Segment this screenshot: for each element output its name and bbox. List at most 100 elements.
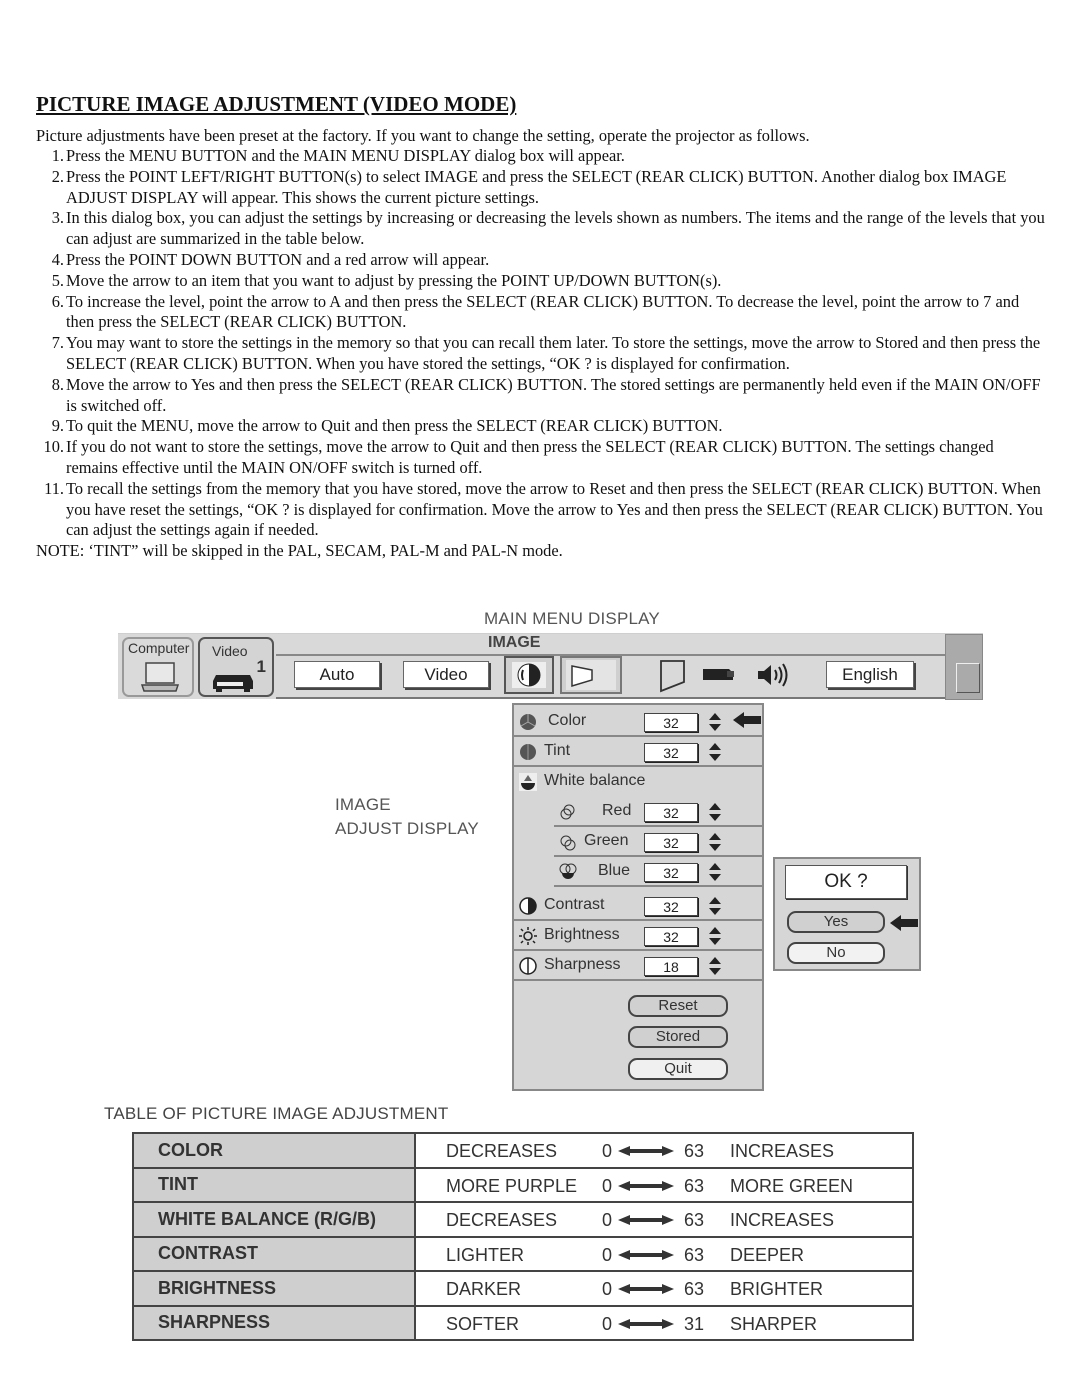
setting-row-tint[interactable]: Tint 32 bbox=[514, 737, 762, 767]
step-number: 8. bbox=[51, 374, 64, 394]
range-cell: SOFTER 0 31 SHARPER bbox=[414, 1304, 914, 1341]
double-arrow-icon bbox=[618, 1215, 674, 1225]
low-label: MORE PURPLE bbox=[446, 1175, 578, 1196]
projector-icon[interactable] bbox=[701, 666, 735, 682]
list-item: 4. Press the POINT DOWN BUTTON and a red … bbox=[36, 250, 1046, 271]
setting-value: 32 bbox=[644, 897, 698, 916]
list-item: 1. Press the MENU BUTTON and the MAIN MEN… bbox=[36, 146, 1046, 167]
high-label: MORE GREEN bbox=[730, 1175, 854, 1196]
image-adjust-icon bbox=[512, 662, 546, 688]
step-text: You may want to store the settings in th… bbox=[66, 333, 1041, 373]
item-cell: COLOR bbox=[132, 1132, 416, 1169]
step-number: 10. bbox=[43, 437, 65, 457]
low-label: DARKER bbox=[446, 1279, 522, 1299]
caption-line: IMAGE bbox=[335, 795, 391, 814]
up-down-stepper-icon[interactable] bbox=[708, 832, 722, 852]
menu-exit-button[interactable] bbox=[945, 634, 983, 700]
video-mode-button[interactable]: Video bbox=[403, 661, 489, 688]
setting-row-blue[interactable]: Blue 32 bbox=[554, 857, 762, 887]
setting-row-sharpness[interactable]: Sharpness 18 bbox=[514, 951, 762, 981]
step-number: 2. bbox=[51, 166, 64, 186]
min-value: 0 bbox=[602, 1141, 613, 1161]
setting-row-color[interactable]: Color 32 bbox=[514, 707, 762, 737]
step-text: Move the arrow to Yes and then press the… bbox=[66, 374, 1041, 415]
language-button[interactable]: English bbox=[826, 661, 914, 688]
min-value: 0 bbox=[602, 1175, 613, 1196]
list-item: 9. To quit the MENU, move the arrow to Qu… bbox=[36, 416, 1046, 437]
max-value: 63 bbox=[684, 1210, 705, 1230]
table-row: SHARPNESS SOFTER 0 31 SHARPER bbox=[132, 1304, 914, 1341]
tab-computer[interactable]: Computer bbox=[122, 637, 194, 697]
setting-label: Sharpness bbox=[544, 956, 621, 973]
laptop-icon bbox=[140, 662, 180, 692]
up-down-stepper-icon[interactable] bbox=[708, 956, 722, 976]
up-down-stepper-icon[interactable] bbox=[708, 742, 722, 762]
setting-label: Tint bbox=[544, 742, 571, 759]
low-label: DECREASES bbox=[446, 1141, 558, 1161]
setting-row-brightness[interactable]: Brightness 32 bbox=[514, 921, 762, 951]
step-text: If you do not want to store the settings… bbox=[66, 437, 994, 477]
ok-confirm-dialog: OK ? Yes No bbox=[773, 857, 921, 971]
table-row: BRIGHTNESS DARKER 0 63 BRIGHTER bbox=[132, 1270, 914, 1307]
brightness-icon bbox=[519, 927, 537, 945]
step-number: 6. bbox=[51, 291, 64, 311]
step-text: In this dialog box, you can adjust the s… bbox=[66, 208, 1045, 249]
blue-icon bbox=[559, 863, 577, 879]
image-menu-button[interactable] bbox=[504, 656, 554, 694]
step-number: 9. bbox=[51, 416, 64, 436]
double-arrow-icon bbox=[618, 1180, 674, 1191]
up-down-stepper-icon[interactable] bbox=[708, 926, 722, 946]
list-item: 10. If you do not want to store the setti… bbox=[36, 437, 1046, 479]
tab-video[interactable]: Video 1 bbox=[198, 637, 274, 697]
setting-label: White balance bbox=[544, 772, 646, 789]
item-cell: TINT bbox=[132, 1166, 416, 1203]
screen-icon bbox=[566, 660, 616, 690]
up-down-stepper-icon[interactable] bbox=[708, 802, 722, 822]
setting-value: 32 bbox=[644, 863, 698, 882]
quit-button[interactable]: Quit bbox=[628, 1058, 728, 1080]
screen-menu-button[interactable] bbox=[560, 656, 622, 694]
setting-row-green[interactable]: Green 32 bbox=[554, 827, 762, 857]
list-item: 2. Press the POINT LEFT/RIGHT BUTTON(s) t… bbox=[36, 167, 1046, 209]
up-down-stepper-icon[interactable] bbox=[708, 896, 722, 916]
exit-icon bbox=[956, 663, 980, 693]
speaker-icon[interactable] bbox=[756, 662, 792, 688]
note: NOTE: ‘TINT” will be skipped in the PAL,… bbox=[36, 541, 563, 561]
step-text: Press the MENU BUTTON and the MAIN MENU … bbox=[66, 146, 625, 165]
high-label: SHARPER bbox=[730, 1313, 818, 1334]
setting-label: Brightness bbox=[544, 926, 620, 943]
item-cell: BRIGHTNESS bbox=[132, 1270, 416, 1307]
no-button[interactable]: No bbox=[787, 942, 885, 964]
list-item: 3. In this dialog box, you can adjust the… bbox=[36, 208, 1046, 250]
image-adjust-caption: IMAGE ADJUST DISPLAY bbox=[335, 793, 479, 841]
setting-row-contrast[interactable]: Contrast 32 bbox=[514, 891, 762, 921]
stored-button[interactable]: Stored bbox=[628, 1026, 728, 1048]
selected-menu-label: IMAGE bbox=[488, 634, 541, 651]
reset-button[interactable]: Reset bbox=[628, 995, 728, 1017]
setting-value: 32 bbox=[644, 927, 698, 946]
setting-row-red[interactable]: Red 32 bbox=[554, 797, 762, 827]
divider bbox=[276, 697, 945, 699]
auto-button[interactable]: Auto bbox=[294, 661, 380, 688]
setting-label: Red bbox=[602, 802, 632, 819]
min-value: 0 bbox=[602, 1244, 613, 1265]
main-menu-caption: MAIN MENU DISPLAY bbox=[484, 609, 660, 628]
pointer-arrow-icon bbox=[733, 712, 761, 728]
step-text: Press the POINT DOWN BUTTON and a red ar… bbox=[66, 249, 490, 269]
step-text: Move the arrow to an item that you want … bbox=[66, 270, 722, 290]
up-down-stepper-icon[interactable] bbox=[708, 862, 722, 882]
max-value: 63 bbox=[684, 1244, 705, 1265]
green-icon bbox=[560, 835, 576, 851]
image-adjust-panel: Color 32 Tint 32 White balance Red 32 Gr… bbox=[512, 703, 764, 1091]
yes-button[interactable]: Yes bbox=[787, 911, 885, 933]
up-down-stepper-icon[interactable] bbox=[708, 712, 722, 732]
step-number: 5. bbox=[51, 270, 64, 290]
list-item: 6. To increase the level, point the arrow… bbox=[36, 292, 1046, 334]
low-label: SOFTER bbox=[446, 1313, 520, 1334]
setting-value: 32 bbox=[644, 743, 698, 762]
keystone-icon[interactable] bbox=[658, 658, 688, 694]
list-item: 5. Move the arrow to an item that you wan… bbox=[36, 271, 1046, 292]
max-value: 63 bbox=[684, 1175, 705, 1196]
setting-label: Green bbox=[584, 832, 629, 849]
setting-label: Contrast bbox=[544, 896, 605, 913]
